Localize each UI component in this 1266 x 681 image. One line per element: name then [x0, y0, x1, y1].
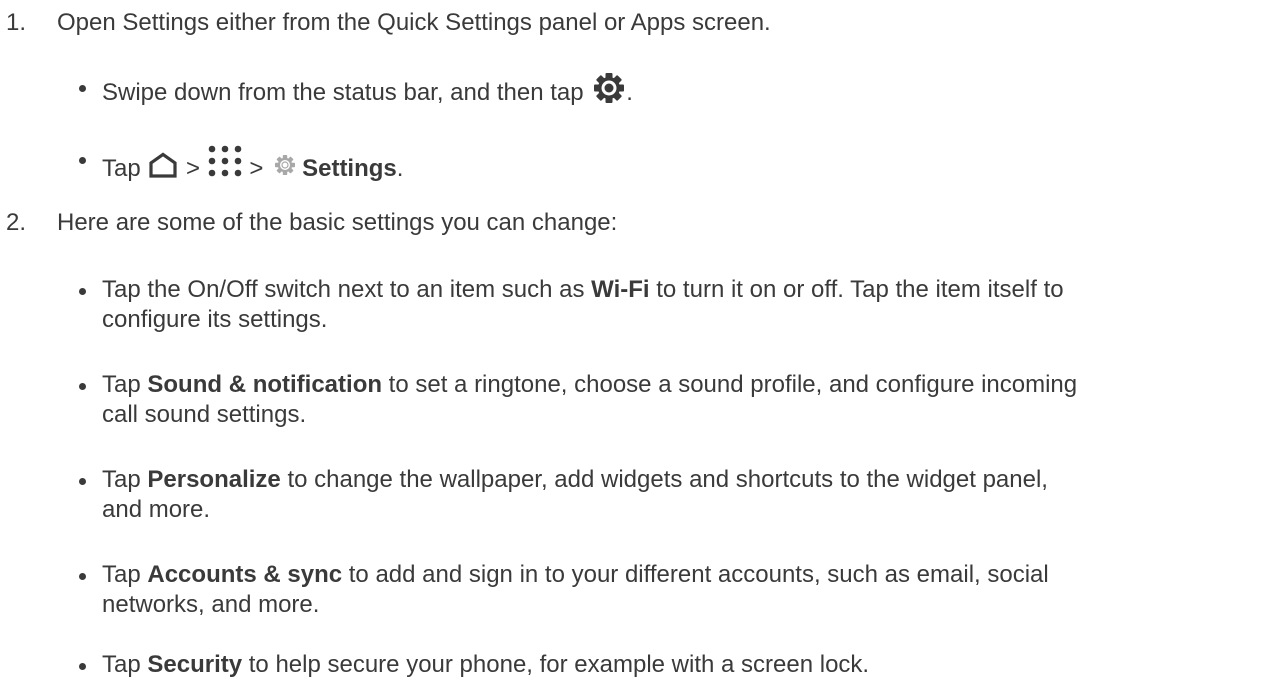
- home-icon: [147, 152, 179, 178]
- apps-grid-icon: [207, 144, 243, 178]
- bullet-text-before: Tap: [102, 561, 148, 588]
- wifi-label: Wi-Fi: [591, 276, 650, 303]
- bullet-text-continued: networks, and more.: [102, 591, 320, 618]
- settings-icon: [274, 154, 296, 176]
- bullet-text-continued: and more.: [102, 496, 211, 523]
- bullet-text-before: Tap: [102, 651, 148, 678]
- bullet-text-after: to change the wallpaper, add widgets and…: [280, 466, 1048, 493]
- bullet-text-after: to add and sign in to your different acc…: [342, 561, 1049, 588]
- settings-label: Settings: [302, 155, 397, 182]
- security-label: Security: [147, 651, 243, 678]
- bullet-text-before: Tap: [102, 466, 148, 493]
- bullet-text-after: to help secure your phone, for example w…: [242, 651, 870, 678]
- personalize-label: Personalize: [147, 466, 281, 493]
- bullet-text-after: .: [626, 79, 633, 106]
- separator: >: [179, 155, 207, 182]
- gear-icon: [592, 72, 626, 104]
- step-1-text: Open Settings either from the Quick Sett…: [57, 9, 771, 36]
- step-2-number: 2.: [6, 209, 27, 236]
- bullet-text-after: to set a ringtone, choose a sound profil…: [382, 371, 1078, 398]
- bullet-dot: [79, 478, 86, 485]
- sound-notification-label: Sound & notification: [147, 371, 383, 398]
- bullet-text-after: to turn it on or off. Tap the item itsel…: [649, 276, 1064, 303]
- separator: >: [242, 155, 271, 182]
- bullet-dot: [79, 663, 86, 670]
- accounts-sync-label: Accounts & sync: [147, 561, 343, 588]
- bullet-text-before: Swipe down from the status bar, and then…: [102, 79, 591, 106]
- bullet-dot: [79, 288, 86, 295]
- step-1-number: 1.: [6, 9, 27, 36]
- bullet-dot: [79, 573, 86, 580]
- bullet-text-before: Tap the On/Off switch next to an item su…: [102, 276, 592, 303]
- bullet-text-after: .: [396, 155, 404, 182]
- bullet-text-continued: configure its settings.: [102, 306, 328, 333]
- bullet-dot: [79, 157, 86, 164]
- bullet-text-before: Tap: [102, 155, 148, 182]
- bullet-text-continued: call sound settings.: [102, 401, 307, 428]
- bullet-dot: [79, 383, 86, 390]
- step-2-text: Here are some of the basic settings you …: [57, 209, 618, 236]
- bullet-text-before: Tap: [102, 371, 148, 398]
- document-page: { "step1": { "number": "1.", "text": "Op…: [0, 0, 1266, 681]
- bullet-dot: [79, 85, 86, 92]
